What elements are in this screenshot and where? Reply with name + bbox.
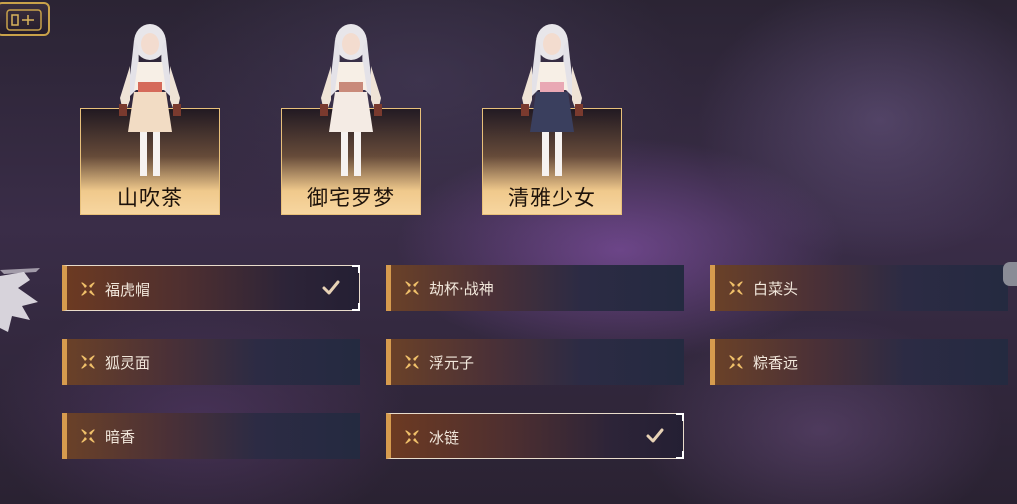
- accessory-label: 狐灵面: [105, 354, 151, 372]
- outfit-figure: [521, 24, 583, 176]
- outfit-preview: [482, 20, 622, 195]
- selection-corner: [676, 451, 684, 459]
- accessory-label: 劫杯·战神: [429, 280, 494, 298]
- checkmark-icon: [646, 428, 664, 443]
- accessory-slot[interactable]: 粽香远: [710, 339, 1008, 385]
- four-petal-icon: [729, 281, 743, 295]
- accessory-label: 浮元子: [429, 354, 475, 372]
- four-petal-icon: [405, 281, 419, 295]
- menu-button[interactable]: [0, 2, 50, 36]
- four-petal-icon: [405, 430, 419, 444]
- scroll-handle[interactable]: [1003, 262, 1017, 286]
- four-petal-icon: [729, 355, 743, 369]
- outfit-preview: [281, 20, 421, 195]
- outfit-card[interactable]: 御宅罗梦: [281, 20, 421, 216]
- ink-splash-decoration: [0, 268, 40, 332]
- outfit-card[interactable]: 山吹茶: [80, 20, 220, 216]
- outfit-figure: [320, 24, 382, 176]
- accessory-label: 冰链: [429, 429, 460, 447]
- four-petal-icon: [405, 355, 419, 369]
- accessory-slot[interactable]: 福虎帽: [62, 265, 360, 311]
- outfit-name: 御宅罗梦: [307, 186, 395, 210]
- checkmark-icon: [322, 280, 340, 295]
- outfit-name: 山吹茶: [117, 186, 183, 210]
- accessory-slot[interactable]: 狐灵面: [62, 339, 360, 385]
- outfit-card[interactable]: 清雅少女: [482, 20, 622, 216]
- accessory-label: 白菜头: [753, 280, 799, 298]
- selection-corner: [352, 265, 360, 273]
- accessory-slot[interactable]: 劫杯·战神: [386, 265, 684, 311]
- accessory-label: 粽香远: [753, 354, 799, 372]
- accessory-slot[interactable]: 浮元子: [386, 339, 684, 385]
- selection-corner: [676, 413, 684, 421]
- accessory-slot[interactable]: 暗香: [62, 413, 360, 459]
- outfit-figure: [119, 24, 181, 176]
- accessory-slot[interactable]: 冰链: [386, 413, 684, 459]
- accessory-label: 福虎帽: [105, 281, 151, 299]
- four-petal-icon: [81, 282, 95, 296]
- menu-icon: [6, 9, 42, 31]
- four-petal-icon: [81, 429, 95, 443]
- accessory-slot[interactable]: 白菜头: [710, 265, 1008, 311]
- wardrobe-screen: 山吹茶 御宅罗梦 清雅少女 福虎帽 劫杯·战神 白菜头狐灵面 浮元子 粽香远暗香 冰链: [0, 0, 1017, 504]
- selection-corner: [352, 303, 360, 311]
- outfit-name: 清雅少女: [508, 186, 596, 210]
- outfit-preview: [80, 20, 220, 195]
- accessory-label: 暗香: [105, 428, 136, 446]
- four-petal-icon: [81, 355, 95, 369]
